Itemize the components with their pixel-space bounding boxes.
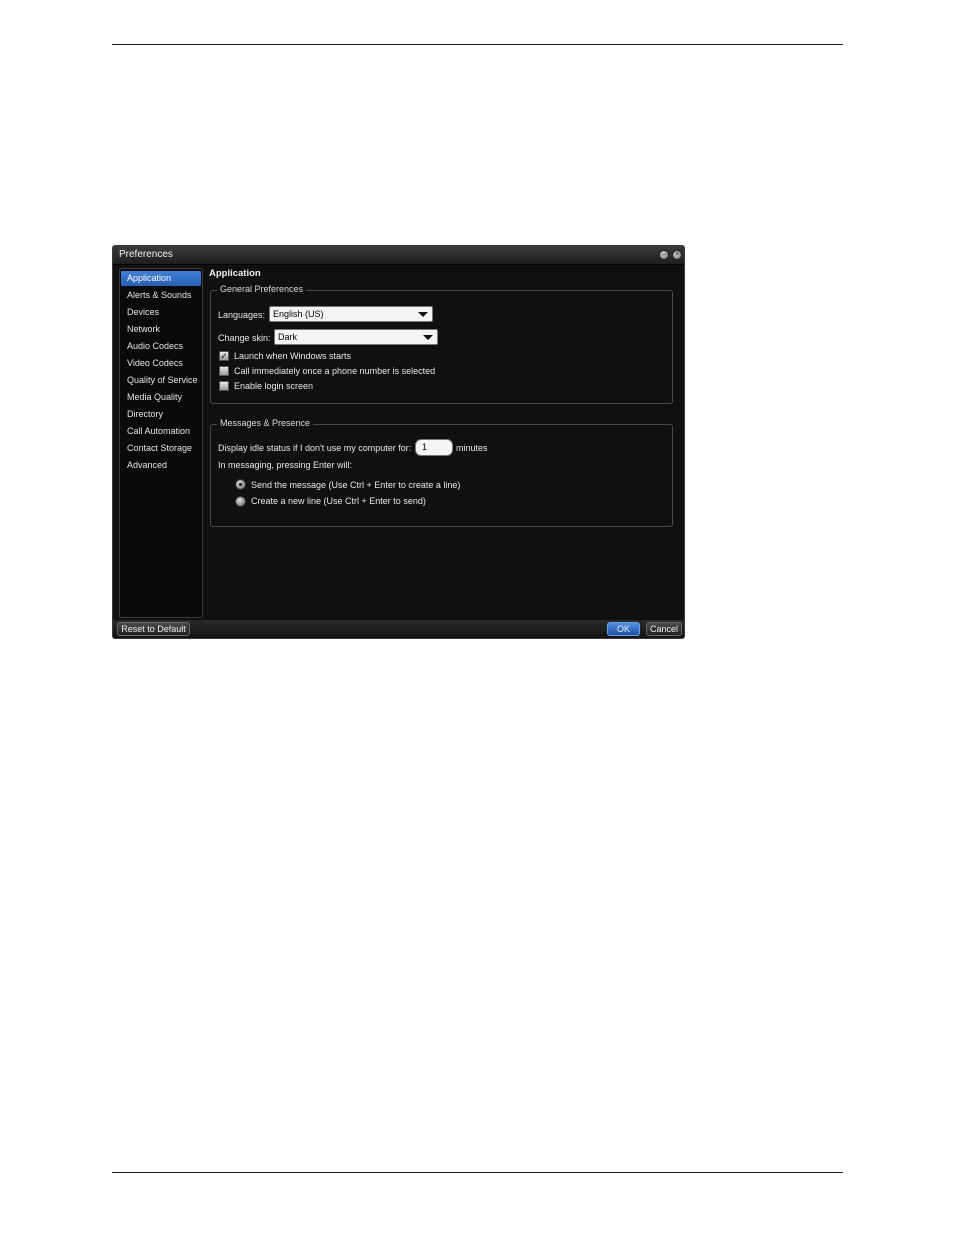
footer-bar: Reset to Default OK Cancel	[113, 620, 684, 638]
ok-button[interactable]: OK	[607, 622, 640, 636]
page-header-rule	[112, 44, 843, 45]
preferences-window: Preferences – × Application Alerts & Sou…	[112, 245, 685, 639]
sidebar-item-contact-storage[interactable]: Contact Storage	[121, 441, 201, 456]
call-immediately-checkbox[interactable]	[219, 366, 229, 376]
checkmark-icon: ✓	[220, 351, 228, 361]
call-immediately-label: Call immediately once a phone number is …	[234, 366, 436, 376]
page-footer-rule	[112, 1172, 843, 1173]
minimize-icon[interactable]: –	[659, 250, 669, 260]
skin-value: Dark	[278, 332, 298, 342]
sidebar-item-call-automation[interactable]: Call Automation	[121, 424, 201, 439]
section-title: Application	[209, 268, 261, 279]
skin-label: Change skin:	[218, 333, 271, 343]
chevron-down-icon	[423, 335, 433, 340]
languages-value: English (US)	[273, 309, 324, 319]
messages-presence-group: Messages & Presence Display idle status …	[210, 418, 673, 527]
radio-selected-dot	[239, 483, 242, 486]
launch-checkbox[interactable]: ✓	[219, 351, 229, 361]
cancel-button[interactable]: Cancel	[646, 622, 682, 636]
skin-select[interactable]: Dark	[274, 329, 438, 345]
reset-default-button[interactable]: Reset to Default	[117, 622, 190, 636]
enter-behavior-label: In messaging, pressing Enter will:	[218, 460, 353, 470]
languages-select[interactable]: English (US)	[269, 306, 433, 322]
idle-minutes-input[interactable]: 1	[415, 439, 453, 456]
enable-login-checkbox[interactable]	[219, 381, 229, 391]
sidebar-item-directory[interactable]: Directory	[121, 407, 201, 422]
sidebar-item-media-quality[interactable]: Media Quality	[121, 390, 201, 405]
chevron-down-icon	[418, 312, 428, 317]
sidebar: Application Alerts & Sounds Devices Netw…	[119, 268, 203, 618]
idle-unit-label: minutes	[456, 443, 488, 453]
enable-login-label: Enable login screen	[234, 381, 314, 391]
general-preferences-legend: General Preferences	[217, 284, 307, 294]
send-message-label: Send the message (Use Ctrl + Enter to cr…	[251, 480, 461, 490]
sidebar-item-devices[interactable]: Devices	[121, 305, 201, 320]
sidebar-item-video-codecs[interactable]: Video Codecs	[121, 356, 201, 371]
send-message-radio[interactable]	[235, 479, 246, 490]
general-preferences-group: General Preferences Languages: English (…	[210, 284, 673, 404]
idle-status-label: Display idle status if I don't use my co…	[218, 443, 412, 453]
sidebar-item-audio-codecs[interactable]: Audio Codecs	[121, 339, 201, 354]
title-bar[interactable]: Preferences – ×	[113, 246, 684, 265]
sidebar-item-application[interactable]: Application	[121, 271, 201, 286]
close-icon[interactable]: ×	[672, 250, 682, 260]
launch-label: Launch when Windows starts	[234, 351, 352, 361]
sidebar-item-alerts-sounds[interactable]: Alerts & Sounds	[121, 288, 201, 303]
messages-presence-legend: Messages & Presence	[217, 418, 314, 428]
new-line-label: Create a new line (Use Ctrl + Enter to s…	[251, 496, 426, 506]
sidebar-item-quality-of-service[interactable]: Quality of Service	[121, 373, 201, 388]
sidebar-item-advanced[interactable]: Advanced	[121, 458, 201, 473]
sidebar-item-network[interactable]: Network	[121, 322, 201, 337]
window-title: Preferences	[119, 249, 173, 260]
new-line-radio[interactable]	[235, 496, 246, 507]
languages-label: Languages:	[218, 310, 266, 320]
